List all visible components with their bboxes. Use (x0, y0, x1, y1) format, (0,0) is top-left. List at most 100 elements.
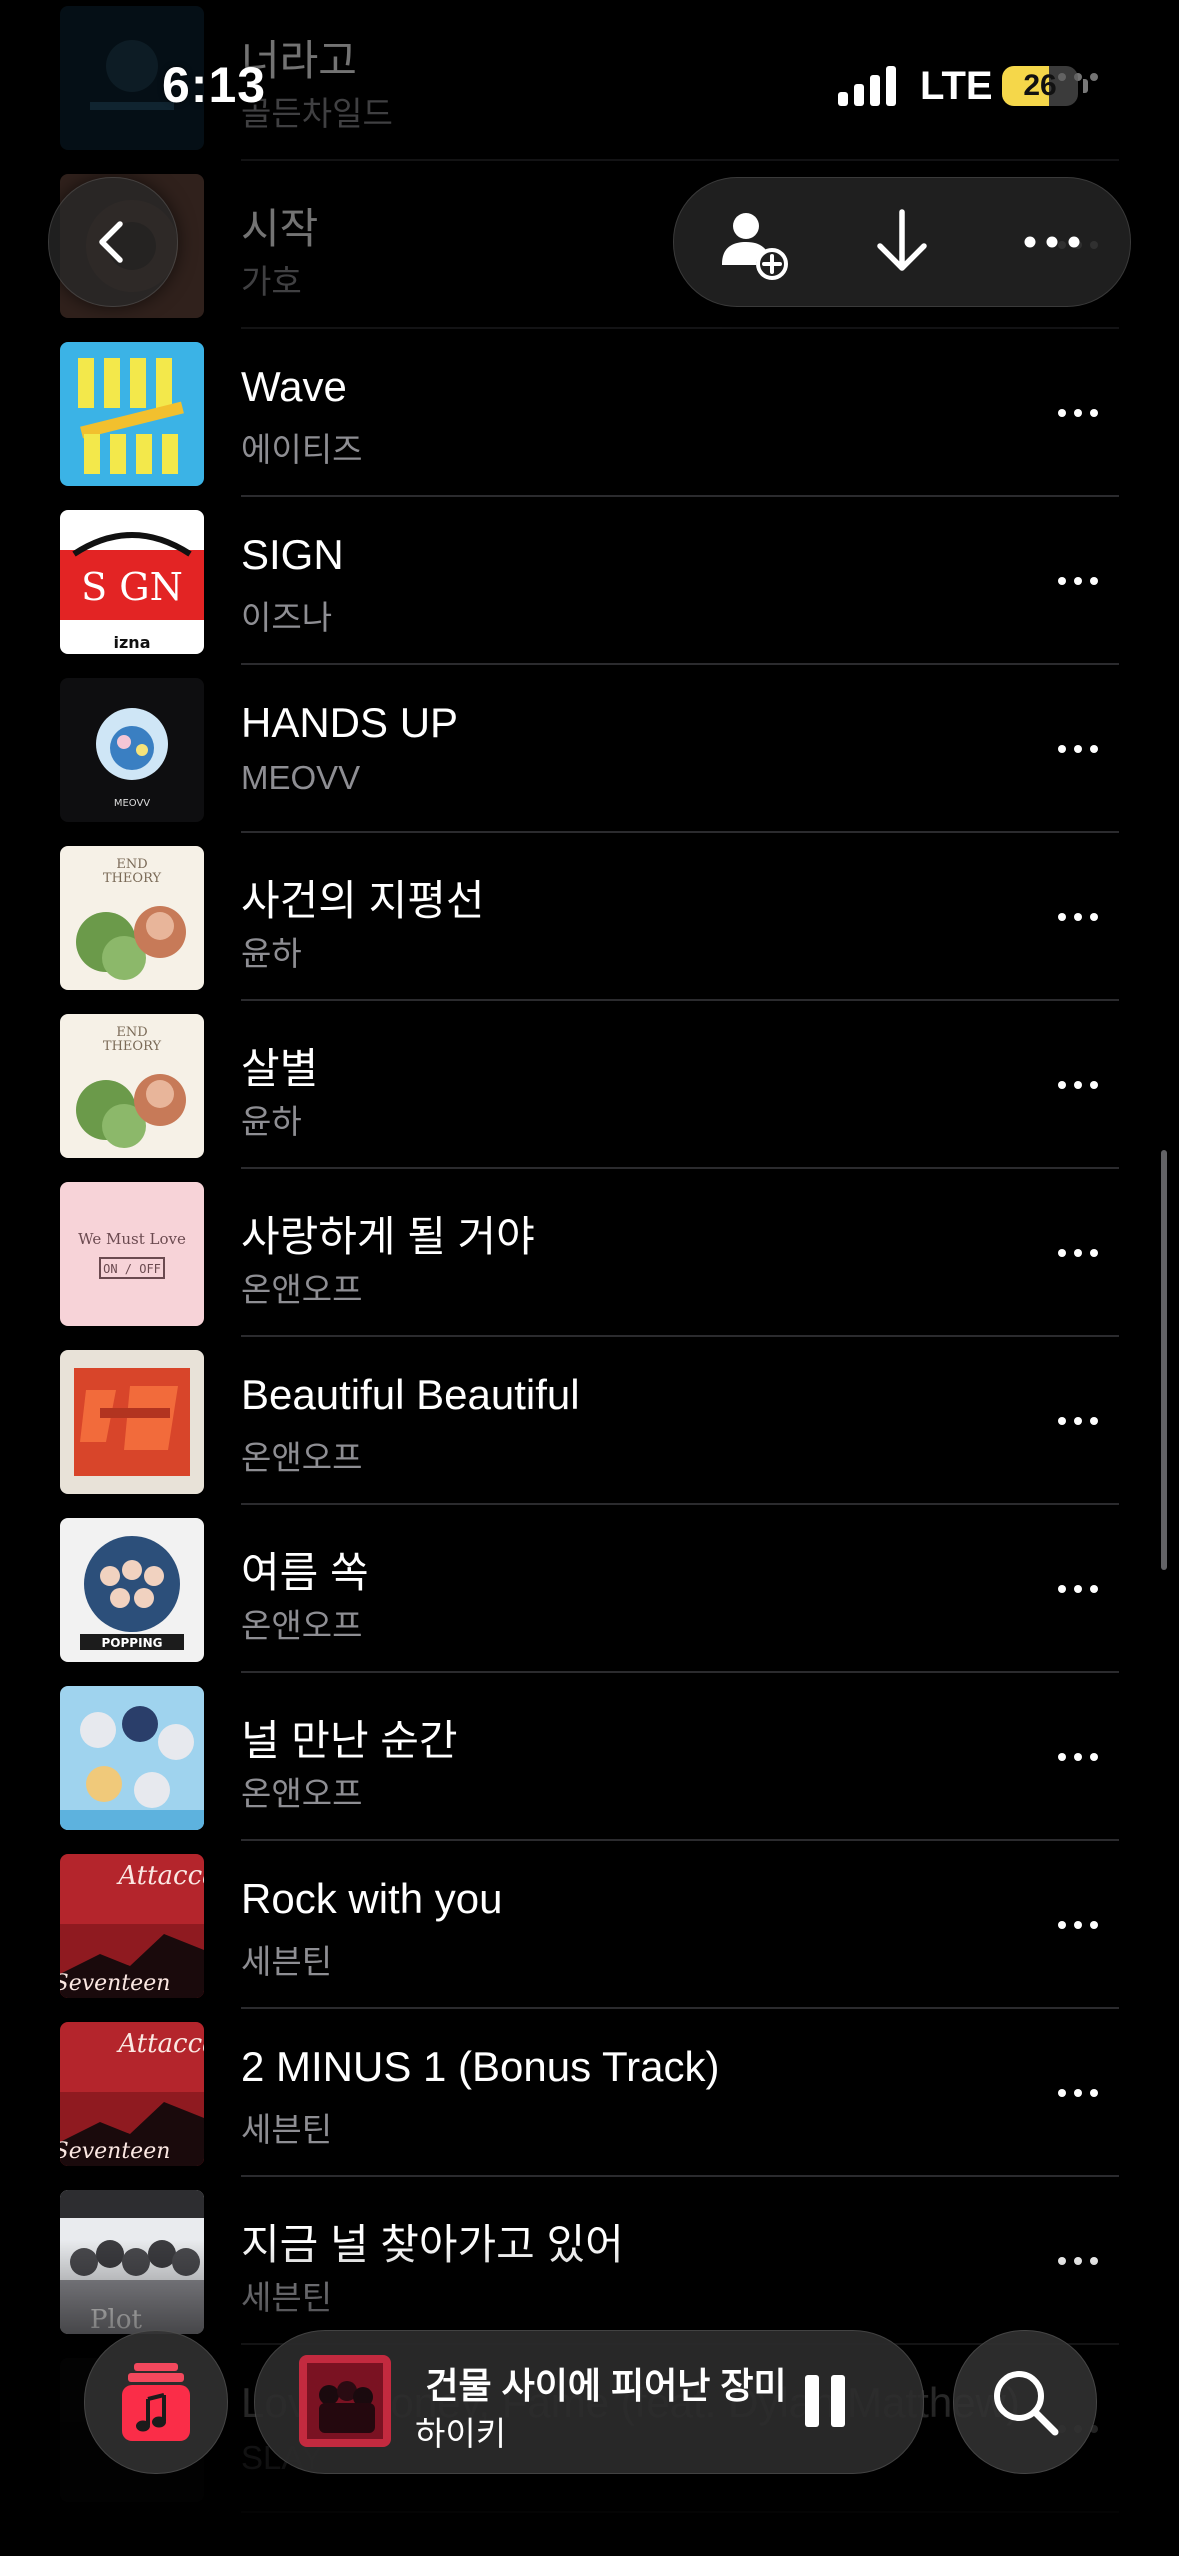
pause-button[interactable] (785, 2361, 865, 2441)
music-library-icon (122, 2363, 190, 2441)
song-artist: 윤하 (241, 935, 302, 972)
back-button[interactable] (48, 177, 178, 307)
song-row[interactable]: END THEORY 사건의 지평선 윤하 (0, 833, 1179, 1001)
song-title: 널 만난 순간 (241, 1717, 458, 1764)
more-dot (1074, 409, 1082, 417)
svg-text:Seventeen: Seventeen (60, 1971, 170, 1996)
song-more-button[interactable] (1038, 1223, 1118, 1283)
more-dot (1058, 1417, 1066, 1425)
album-artwork: We Must Love ON / OFF (60, 1182, 204, 1326)
song-row[interactable]: Wave 에이티즈 (0, 329, 1179, 497)
more-dot (1058, 577, 1066, 585)
song-artist: 윤하 (241, 1103, 302, 1140)
more-dot (1074, 1249, 1082, 1257)
more-dot (1090, 577, 1098, 585)
song-more-button[interactable] (1038, 47, 1118, 107)
add-person-icon (722, 213, 788, 280)
song-title: Wave (241, 363, 347, 410)
svg-text:POPPING: POPPING (102, 1636, 163, 1650)
song-row[interactable]: MEOVV HANDS UP MEOVV (0, 665, 1179, 833)
more-dot (1058, 73, 1066, 81)
add-person-button[interactable] (694, 178, 814, 306)
song-row[interactable]: S GN izna SIGN 이즈나 (0, 497, 1179, 665)
album-artwork: END THEORY (60, 846, 204, 990)
song-more-button[interactable] (1038, 1559, 1118, 1619)
album-artwork: POPPING (60, 1518, 204, 1662)
more-dot (1074, 577, 1082, 585)
song-row[interactable]: Attacca Seventeen Rock with you 세븐틴 (0, 1841, 1179, 2009)
library-button[interactable] (84, 2330, 228, 2474)
song-artist: 가호 (241, 263, 302, 300)
song-more-button[interactable] (1038, 383, 1118, 443)
svg-text:Seventeen: Seventeen (60, 2139, 170, 2164)
album-artwork (60, 342, 204, 486)
svg-text:MEOVV: MEOVV (114, 798, 150, 809)
download-button[interactable] (842, 178, 962, 306)
search-icon (994, 2371, 1059, 2436)
song-artist: 온앤오프 (241, 1271, 363, 1308)
song-artist: 온앤오프 (241, 1607, 363, 1644)
top-actions (673, 177, 1131, 307)
song-row[interactable]: POPPING 여름 쏙 온앤오프 (0, 1505, 1179, 1673)
svg-text:Attacca: Attacca (116, 2029, 204, 2059)
album-artwork: S GN izna (60, 510, 204, 654)
more-button[interactable] (992, 178, 1112, 306)
song-row[interactable]: Beautiful Beautiful 온앤오프 (0, 1337, 1179, 1505)
song-title: HANDS UP (241, 699, 459, 746)
more-dot (1090, 1753, 1098, 1761)
song-more-button[interactable] (1038, 551, 1118, 611)
scroll-indicator[interactable] (1161, 1150, 1167, 1570)
svg-text:THEORY: THEORY (103, 871, 162, 886)
song-more-button[interactable] (1038, 1055, 1118, 1115)
now-playing-artist: 하이키 (415, 2415, 507, 2452)
svg-text:END: END (116, 857, 147, 872)
more-icon (1024, 236, 1080, 248)
download-icon (877, 209, 927, 271)
song-more-button[interactable] (1038, 1895, 1118, 1955)
more-dot (1074, 1585, 1082, 1593)
svg-text:We Must Love: We Must Love (78, 1230, 186, 1248)
song-artist: 세븐틴 (241, 1943, 333, 1980)
now-playing-artwork (299, 2355, 391, 2447)
pause-icon (805, 2375, 845, 2427)
more-dot (1074, 1081, 1082, 1089)
song-row[interactable]: END THEORY 살별 윤하 (0, 1001, 1179, 1169)
song-title: 2 MINUS 1 (Bonus Track) (241, 2043, 720, 2090)
svg-text:izna: izna (114, 633, 151, 652)
song-row[interactable]: 널 만난 순간온앤오프 (0, 1673, 1179, 1841)
more-dot (1090, 745, 1098, 753)
svg-text:Attacca: Attacca (116, 1861, 204, 1891)
song-more-button[interactable] (1038, 1727, 1118, 1787)
search-button[interactable] (953, 2330, 1097, 2474)
song-artist: MEOVV (241, 759, 361, 796)
song-artist: 이즈나 (241, 599, 333, 636)
more-dot (1058, 1921, 1066, 1929)
song-more-button[interactable] (1038, 887, 1118, 947)
more-dot (1090, 409, 1098, 417)
mini-player[interactable]: 건물 사이에 피어난 장미 하이키 (254, 2330, 924, 2474)
more-dot (1074, 1753, 1082, 1761)
song-title: Beautiful Beautiful (241, 1371, 580, 1418)
song-row[interactable]: 너라고 골든차일드 (0, 0, 1179, 161)
more-dot (1074, 745, 1082, 753)
song-title: 살별 (241, 1045, 319, 1092)
song-title: Rock with you (241, 1875, 503, 1922)
more-dot (1090, 1417, 1098, 1425)
song-more-button[interactable] (1038, 2063, 1118, 2123)
album-artwork (60, 6, 204, 150)
more-dot (1074, 73, 1082, 81)
more-dot (1090, 913, 1098, 921)
more-dot (1090, 73, 1098, 81)
song-title: 너라고 (241, 37, 357, 84)
album-artwork (60, 1350, 204, 1494)
song-row[interactable]: Attacca Seventeen 2 MINUS 1 (Bonus Track) 세… (0, 2009, 1179, 2177)
album-artwork: MEOVV (60, 678, 204, 822)
album-artwork: Attacca Seventeen (60, 1854, 204, 1998)
more-dot (1090, 1081, 1098, 1089)
more-dot (1090, 2089, 1098, 2097)
song-more-button[interactable] (1038, 719, 1118, 779)
more-dot (1090, 1249, 1098, 1257)
song-row[interactable]: We Must Love ON / OFF 사랑하게 될 거야 온앤오프 (0, 1169, 1179, 1337)
song-more-button[interactable] (1038, 1391, 1118, 1451)
song-artist: 온앤오프 (241, 1775, 363, 1812)
